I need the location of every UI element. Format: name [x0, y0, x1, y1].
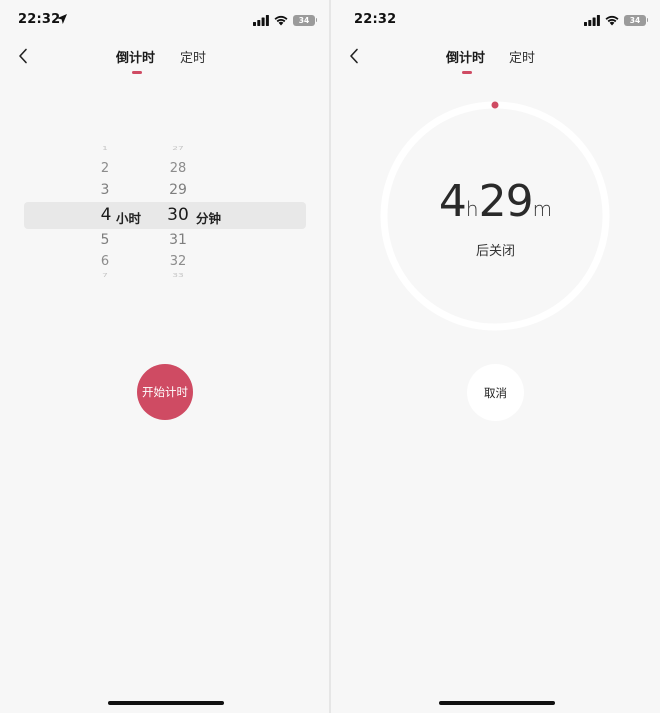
wifi-icon — [605, 15, 619, 25]
wifi-icon — [274, 15, 288, 25]
countdown-minutes: 29 — [478, 176, 534, 227]
battery-icon: 34 — [624, 14, 648, 26]
battery-level: 34 — [298, 15, 310, 25]
cellular-signal-icon — [584, 14, 600, 26]
tab-active-indicator — [462, 71, 472, 74]
hours-unit-label: 小时 — [116, 211, 142, 226]
cancel-button[interactable]: 取消 — [467, 364, 524, 421]
battery-icon: 34 — [293, 14, 317, 26]
chevron-left-icon — [19, 48, 27, 64]
status-time: 22:32 — [354, 12, 397, 27]
tab-scheduled[interactable]: 定时 — [509, 47, 535, 66]
back-button[interactable] — [14, 46, 32, 66]
minutes-selected[interactable]: 30 — [164, 205, 192, 225]
hours-option[interactable]: 5 — [90, 232, 120, 248]
minutes-option[interactable]: 31 — [162, 232, 194, 248]
cellular-signal-icon — [253, 14, 269, 26]
hours-option[interactable]: 7 — [90, 273, 120, 279]
home-indicator[interactable] — [108, 701, 224, 705]
timer-setup-screen: 22:32 34 倒计时 定时 1 2 3 5 6 7 4 小时 27 28 2… — [0, 0, 329, 713]
ring-progress-dot — [491, 101, 499, 109]
status-time: 22:32 — [18, 12, 61, 27]
hours-option[interactable]: 2 — [90, 161, 120, 176]
home-indicator[interactable] — [439, 701, 555, 705]
minutes-option[interactable]: 29 — [162, 182, 194, 198]
status-icons: 34 — [253, 14, 317, 26]
battery-level: 34 — [629, 15, 641, 25]
hours-option[interactable]: 1 — [90, 146, 120, 152]
tab-scheduled[interactable]: 定时 — [180, 47, 206, 66]
location-arrow-icon — [57, 14, 67, 24]
hours-selected[interactable]: 4 — [96, 205, 116, 225]
hours-option[interactable]: 6 — [90, 254, 120, 269]
tab-active-indicator — [132, 71, 142, 74]
status-bar: 22:32 34 — [331, 0, 660, 40]
countdown-caption: 后关闭 — [475, 244, 515, 259]
minutes-option[interactable]: 32 — [162, 254, 194, 269]
status-bar: 22:32 34 — [0, 0, 329, 40]
minutes-unit-label: 分钟 — [196, 211, 222, 226]
status-icons: 34 — [584, 14, 648, 26]
countdown-minutes-unit: m — [532, 197, 553, 221]
countdown-hours-unit: h — [465, 197, 479, 221]
tab-countdown[interactable]: 倒计时 — [116, 47, 155, 66]
back-button[interactable] — [345, 46, 363, 66]
hours-option[interactable]: 3 — [90, 182, 120, 198]
chevron-left-icon — [350, 48, 358, 64]
minutes-option[interactable]: 28 — [162, 161, 194, 176]
timer-running-screen: 22:32 34 倒计时 定时 4h29m 后关闭 取消 — [331, 0, 660, 713]
start-timer-button[interactable]: 开始计时 — [137, 364, 193, 420]
minutes-option[interactable]: 33 — [162, 273, 194, 279]
tab-countdown[interactable]: 倒计时 — [446, 47, 485, 66]
countdown-display: 4h29m — [331, 176, 660, 227]
minutes-option[interactable]: 27 — [162, 146, 194, 152]
countdown-hours: 4 — [438, 176, 467, 227]
